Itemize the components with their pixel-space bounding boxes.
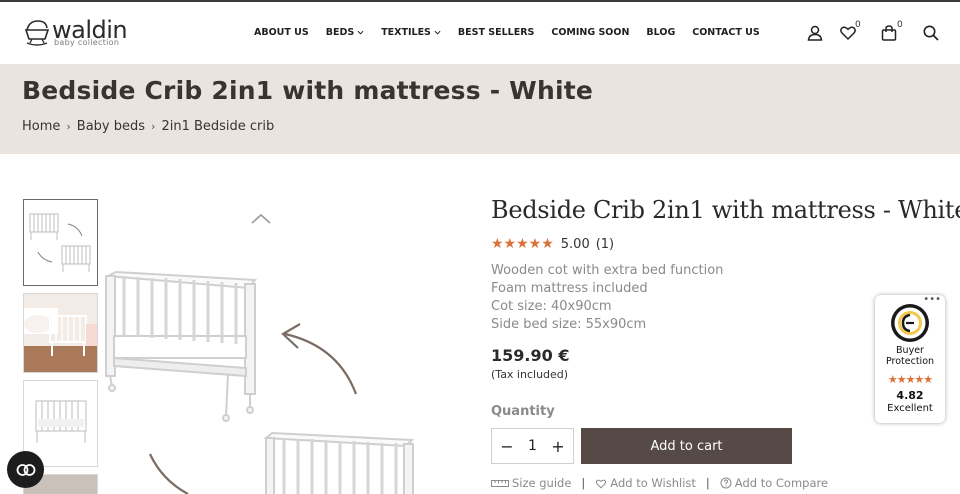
- description-line: Cot size: 40x90cm: [491, 299, 612, 314]
- nav-beds[interactable]: BEDS: [326, 27, 364, 38]
- link-separator: |: [581, 476, 586, 490]
- bag-icon[interactable]: [880, 24, 898, 42]
- rating-stars-icon: ★★★★★: [491, 236, 554, 252]
- nav-label: COMING SOON: [551, 27, 630, 38]
- review-count: (1): [595, 236, 615, 252]
- quantity-input[interactable]: 1: [528, 438, 537, 454]
- wishlist-count: 0: [855, 20, 861, 30]
- nav-label: BEDS: [325, 27, 355, 38]
- product-description: Wooden cot with extra bed function Foam …: [491, 262, 723, 334]
- trust-badge[interactable]: ••• Buyer Protection ★★★★★ 4.82 Excellen…: [875, 294, 945, 423]
- description-line: Foam mattress included: [491, 281, 648, 296]
- chat-toggle-icon: [16, 463, 35, 476]
- trust-badge-line1: Buyer: [896, 345, 924, 356]
- crib-thumbnail-image: [29, 213, 91, 272]
- header-actions: 0 0: [806, 20, 946, 46]
- main-product-image[interactable]: [100, 196, 470, 494]
- size-guide-link[interactable]: Size guide: [491, 476, 571, 490]
- chat-button[interactable]: [7, 451, 44, 488]
- nav-textiles[interactable]: TEXTILES: [381, 27, 441, 38]
- quantity-stepper: − 1 +: [491, 428, 574, 464]
- compare-icon: [720, 477, 732, 489]
- add-to-wishlist-label: Add to Wishlist: [610, 476, 696, 490]
- product-details: Bedside Crib 2in1 with mattress - White …: [491, 196, 960, 490]
- nav-coming-soon[interactable]: COMING SOON: [551, 27, 629, 38]
- brand-tagline: baby collection: [54, 38, 120, 47]
- description-line: Wooden cot with extra bed function: [491, 263, 724, 278]
- add-to-compare-link[interactable]: Add to Compare: [720, 476, 828, 490]
- trust-seal-icon: [891, 304, 929, 342]
- crib-product-image: [104, 213, 415, 494]
- product-price: 159.90 €: [491, 346, 570, 365]
- add-to-wishlist-link[interactable]: Add to Wishlist: [595, 476, 696, 490]
- quantity-increase-button[interactable]: +: [551, 437, 565, 456]
- nav-best-sellers[interactable]: BEST SELLERS: [458, 27, 534, 38]
- ruler-icon: [491, 479, 509, 487]
- product-action-links: Size guide | Add to Wishlist | Add to Co…: [491, 476, 828, 490]
- chevron-up-icon: [251, 213, 271, 224]
- search-icon[interactable]: [922, 24, 940, 42]
- heart-icon: [596, 479, 607, 488]
- nav-blog[interactable]: BLOG: [646, 27, 675, 38]
- add-to-compare-label: Add to Compare: [734, 476, 829, 490]
- nav-label: TEXTILES: [381, 27, 431, 38]
- breadcrumb: Home › Baby beds › 2in1 Bedside crib: [22, 119, 274, 134]
- page-title: Bedside Crib 2in1 with mattress - White: [22, 76, 594, 105]
- main-nav: ABOUT US BEDS TEXTILES BEST SELLERS COMI…: [254, 27, 777, 38]
- nav-label: BEST SELLERS: [457, 27, 535, 38]
- add-to-cart-button[interactable]: Add to cart: [581, 428, 792, 464]
- cradle-icon: [24, 20, 50, 46]
- chevron-down-icon: [434, 30, 441, 35]
- breadcrumb-separator-icon: ›: [66, 120, 71, 133]
- description-line: Side bed size: 55x90cm: [491, 317, 647, 332]
- product-title: Bedside Crib 2in1 with mattress - White: [491, 196, 960, 224]
- brand-logo[interactable]: waldin baby collection: [24, 16, 128, 50]
- site-header: waldin baby collection ABOUT US BEDS TEX…: [0, 2, 960, 64]
- user-icon[interactable]: [806, 24, 824, 42]
- nursery-thumbnail-image: [24, 294, 97, 372]
- chevron-down-icon: [357, 30, 364, 35]
- tax-note: (Tax included): [491, 368, 569, 381]
- trust-score: 4.82: [896, 389, 924, 402]
- breadcrumb-separator-icon: ›: [151, 120, 156, 133]
- breadcrumb-current: 2in1 Bedside crib: [161, 119, 275, 134]
- nav-label: ABOUT US: [254, 27, 309, 38]
- breadcrumb-home[interactable]: Home: [22, 119, 60, 134]
- nav-contact-us[interactable]: CONTACT US: [692, 27, 759, 38]
- trust-badge-title: Buyer Protection: [875, 345, 945, 367]
- trust-score-label: Excellent: [887, 403, 933, 414]
- trust-badge-line2: Protection: [885, 356, 935, 367]
- page-header-band: Bedside Crib 2in1 with mattress - White …: [0, 64, 960, 154]
- cart-count: 0: [897, 20, 903, 30]
- rating-value: 5.00: [560, 236, 590, 252]
- nav-label: BLOG: [646, 27, 676, 38]
- thumbnail-2[interactable]: [23, 293, 98, 373]
- quantity-label: Quantity: [491, 404, 555, 419]
- link-separator: |: [705, 476, 710, 490]
- product-rating[interactable]: ★★★★★ 5.00 (1): [491, 236, 614, 252]
- trust-stars-icon: ★★★★★: [887, 373, 933, 386]
- nav-about-us[interactable]: ABOUT US: [254, 27, 309, 38]
- thumbnail-1[interactable]: [23, 199, 98, 286]
- nav-label: CONTACT US: [692, 27, 760, 38]
- quantity-decrease-button[interactable]: −: [500, 437, 514, 456]
- breadcrumb-baby-beds[interactable]: Baby beds: [77, 119, 145, 134]
- size-guide-label: Size guide: [512, 476, 572, 490]
